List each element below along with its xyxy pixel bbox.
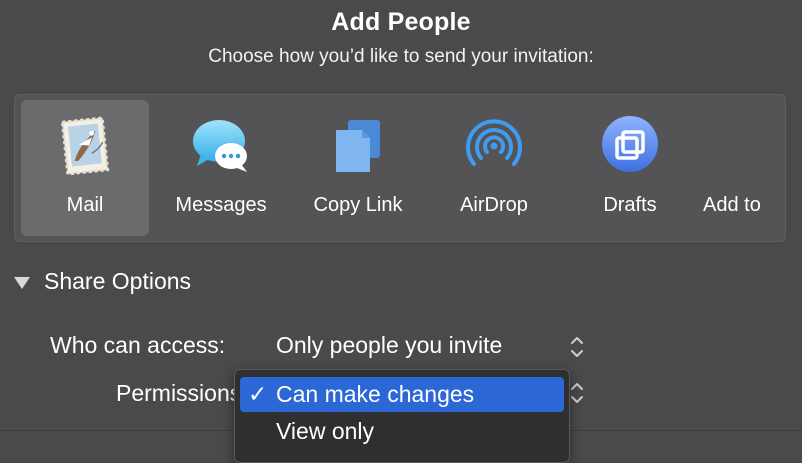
copy-link-icon bbox=[336, 120, 380, 172]
menu-item-label: Can make changes bbox=[276, 381, 475, 407]
dialog-title: Add People bbox=[331, 8, 471, 36]
permissions-dropdown-menu: ✓ Can make changes View only bbox=[234, 369, 570, 463]
share-methods-panel: Mail Messages Copy Link AirDrop Drafts A… bbox=[14, 94, 786, 242]
share-method-label: Add to bbox=[703, 194, 761, 216]
share-method-label: Drafts bbox=[603, 194, 657, 216]
popup-chevrons-icon[interactable] bbox=[568, 333, 586, 361]
share-options-toggle[interactable]: Share Options bbox=[14, 268, 191, 295]
share-method-copy-link[interactable]: Copy Link bbox=[294, 100, 422, 236]
who-can-access-popup[interactable]: Only people you invite bbox=[276, 332, 502, 359]
menu-item-view-only[interactable]: View only bbox=[240, 414, 564, 449]
mail-stamp-icon bbox=[60, 116, 110, 176]
share-method-airdrop[interactable]: AirDrop bbox=[430, 100, 558, 236]
share-method-drafts[interactable]: Drafts bbox=[566, 100, 694, 236]
menu-item-can-make-changes[interactable]: ✓ Can make changes bbox=[240, 377, 564, 412]
share-method-mail[interactable]: Mail bbox=[21, 100, 149, 236]
share-options-header: Share Options bbox=[44, 268, 192, 294]
dialog-subtitle: Choose how you’d like to send your invit… bbox=[208, 46, 594, 67]
share-method-add-to[interactable]: Add to bbox=[703, 100, 785, 236]
messages-bubble-icon bbox=[193, 120, 247, 172]
popup-chevrons-icon[interactable] bbox=[568, 379, 586, 407]
share-method-messages[interactable]: Messages bbox=[157, 100, 285, 236]
disclosure-triangle-icon[interactable] bbox=[14, 276, 30, 289]
permissions-label: Permissions: bbox=[116, 380, 234, 406]
menu-item-label: View only bbox=[276, 418, 375, 444]
checkmark-icon: ✓ bbox=[248, 381, 268, 407]
who-can-access-label: Who can access: bbox=[50, 332, 226, 358]
drafts-icon bbox=[602, 116, 658, 172]
airdrop-icon bbox=[466, 119, 522, 166]
